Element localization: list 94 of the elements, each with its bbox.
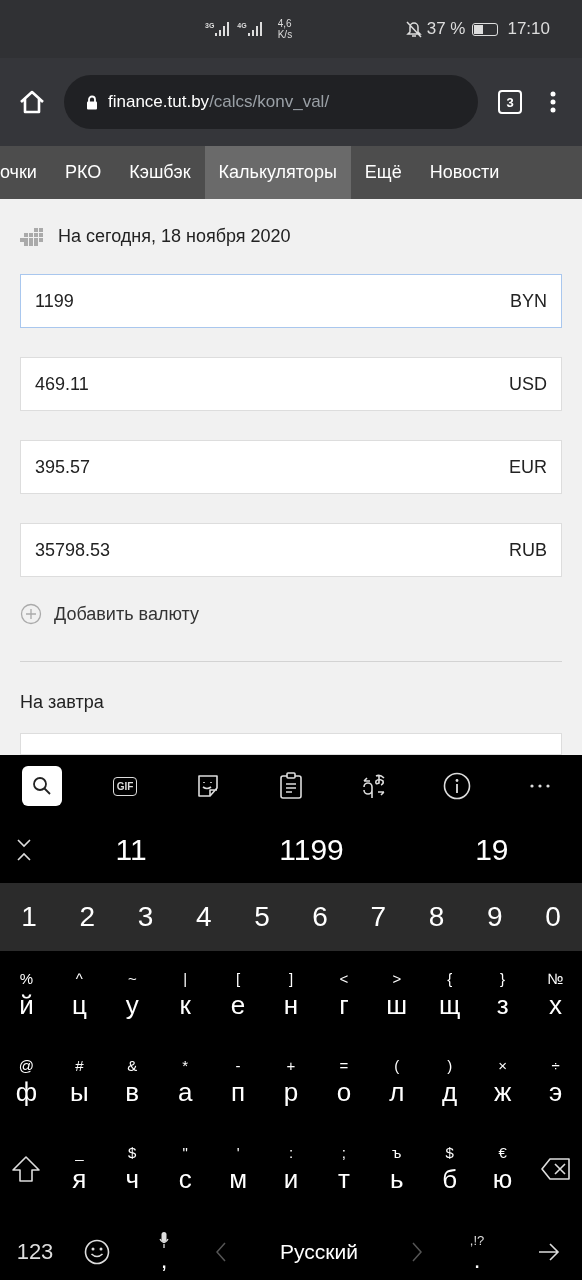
suggestion[interactable]: 11: [41, 833, 222, 867]
lock-icon: [86, 94, 98, 110]
microphone-icon: [159, 1232, 169, 1248]
amount-field[interactable]: 469.11 USD: [20, 357, 562, 412]
letter-key[interactable]: @ ф: [15, 1055, 38, 1108]
letter-key[interactable]: ) д: [442, 1055, 458, 1108]
digit-key[interactable]: 2: [58, 883, 117, 951]
letter-key[interactable]: $ ч: [125, 1142, 140, 1195]
letter-key[interactable]: - п: [231, 1055, 246, 1108]
collapse-icon[interactable]: [17, 839, 31, 861]
symbols-key[interactable]: 123: [10, 1239, 60, 1265]
letter-key[interactable]: ' м: [229, 1142, 247, 1195]
sticker-icon: [195, 773, 221, 799]
letter-key[interactable]: + р: [283, 1055, 299, 1108]
home-icon[interactable]: [18, 89, 46, 115]
letter-key[interactable]: ; т: [337, 1142, 350, 1195]
chevron-left-icon: [216, 1242, 226, 1262]
digit-key[interactable]: 9: [465, 883, 524, 951]
letter-key[interactable]: × ж: [493, 1055, 512, 1108]
address-bar[interactable]: finance.tut.by/calcs/konv_val/: [64, 75, 478, 129]
space-bar[interactable]: Русский: [174, 1240, 462, 1264]
nav-tab[interactable]: Кэшбэк: [115, 146, 205, 199]
suggestion[interactable]: 1199: [221, 833, 402, 867]
add-currency-link[interactable]: Добавить валюту: [54, 603, 199, 625]
nav-tab[interactable]: Новости: [415, 146, 514, 199]
letter-key[interactable]: ] н: [283, 968, 299, 1021]
nav-tab[interactable]: Ещё: [350, 146, 416, 199]
digit-key[interactable]: 1: [0, 883, 59, 951]
letter-key[interactable]: { щ: [439, 968, 461, 1021]
letter-key[interactable]: } з: [496, 968, 509, 1021]
letter-key[interactable]: [ е: [230, 968, 246, 1021]
tab-count-button[interactable]: 3: [498, 90, 522, 114]
letter-key[interactable]: ÷ э: [548, 1055, 563, 1108]
digit-key[interactable]: 7: [349, 883, 408, 951]
emoji-icon[interactable]: [84, 1239, 110, 1265]
enter-arrow-icon[interactable]: [538, 1243, 560, 1261]
letter-key[interactable]: > ш: [386, 968, 408, 1021]
amount-field[interactable]: 35798.53 RUB: [20, 523, 562, 578]
nav-tab[interactable]: Калькуляторы: [204, 146, 351, 199]
letter-key[interactable]: & в: [125, 1055, 140, 1108]
nav-tab[interactable]: очки: [0, 146, 51, 199]
more-icon: [530, 784, 550, 788]
letter-key[interactable]: % й: [19, 968, 34, 1021]
amount-field[interactable]: 1199 BYN: [20, 274, 562, 329]
letter-key[interactable]: " с: [178, 1142, 192, 1195]
bell-off-icon: [405, 20, 422, 38]
suggestion[interactable]: 19: [401, 833, 582, 867]
battery-percent: 37 %: [426, 19, 466, 39]
date-label: На сегодня, 18 ноября 2020: [58, 226, 291, 248]
letter-key[interactable]: | к: [179, 968, 191, 1021]
letter-key[interactable]: = о: [336, 1055, 352, 1108]
punctuation-hint: ,!?: [469, 1232, 485, 1248]
digit-key[interactable]: 0: [523, 883, 582, 951]
letter-key[interactable]: € ю: [492, 1142, 513, 1195]
battery-icon: [472, 22, 499, 36]
letter-key[interactable]: _ я: [72, 1142, 87, 1195]
search-button[interactable]: [22, 766, 62, 806]
info-icon: [443, 772, 471, 800]
translate-icon: [360, 772, 388, 800]
clock: 17:10: [507, 19, 550, 39]
amount-field[interactable]: 395.57 EUR: [20, 440, 562, 495]
calendar-icon: [20, 227, 46, 246]
backspace-key[interactable]: [540, 1157, 571, 1180]
digit-key[interactable]: 3: [116, 883, 175, 951]
url-text: finance.tut.by/calcs/konv_val/: [108, 92, 330, 112]
letter-key[interactable]: ( л: [389, 1055, 405, 1108]
letter-key[interactable]: * а: [177, 1055, 193, 1108]
period-key[interactable]: .: [473, 1247, 481, 1272]
signal-icon: [215, 22, 232, 36]
nav-tab[interactable]: РКО: [50, 146, 116, 199]
clipboard-icon: [279, 772, 303, 800]
digit-key[interactable]: 4: [174, 883, 233, 951]
speed-unit: K/s: [277, 29, 293, 40]
signal-icon: [247, 22, 264, 36]
shift-key[interactable]: [11, 1154, 42, 1183]
letter-key[interactable]: ^ ц: [71, 968, 87, 1021]
chevron-right-icon: [412, 1242, 422, 1262]
amount-field[interactable]: [20, 733, 562, 755]
comma-key[interactable]: ,: [160, 1248, 168, 1272]
speed-value: 4,6: [277, 18, 293, 29]
letter-key[interactable]: $ б: [442, 1142, 458, 1195]
digit-key[interactable]: 5: [232, 883, 291, 951]
search-icon: [31, 775, 53, 797]
menu-icon[interactable]: [550, 91, 556, 113]
letter-key[interactable]: ~ у: [125, 968, 139, 1021]
letter-key[interactable]: < г: [339, 968, 349, 1021]
gif-button[interactable]: GIF: [105, 766, 145, 806]
letter-key[interactable]: ъ ь: [390, 1142, 404, 1195]
letter-key[interactable]: : и: [283, 1142, 299, 1195]
letter-key[interactable]: # ы: [70, 1055, 89, 1108]
section-title: На завтра: [20, 692, 105, 713]
digit-key[interactable]: 6: [291, 883, 350, 951]
digit-key[interactable]: 8: [407, 883, 466, 951]
letter-key[interactable]: № х: [547, 968, 564, 1021]
